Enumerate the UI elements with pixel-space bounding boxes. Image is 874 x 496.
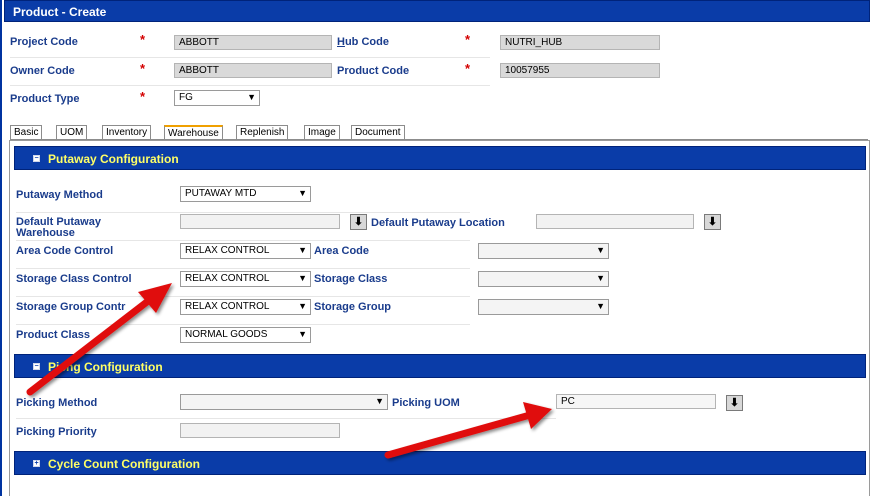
chevron-down-icon: ▼: [298, 273, 307, 283]
product-class-value: NORMAL GOODS: [185, 329, 268, 340]
tab-replenish[interactable]: Replenish: [236, 125, 289, 139]
picking-section-header[interactable]: − Picng Configuration: [14, 354, 866, 378]
row-divider: [16, 268, 470, 269]
storage-group-label: Storage Group: [314, 301, 392, 313]
hub-code-label: Hub Code: [337, 36, 389, 48]
chevron-down-icon: ▼: [375, 396, 384, 406]
chevron-down-icon: ▼: [298, 245, 307, 255]
default-putaway-location-label: Default Putaway Location: [371, 217, 505, 229]
product-create-page: Product - Create Project Code * ABBOTT H…: [0, 0, 874, 496]
chevron-down-icon: ▼: [247, 92, 256, 102]
product-code-field[interactable]: 10057955: [500, 63, 660, 78]
default-putaway-warehouse-label-line2: Warehouse: [16, 227, 75, 239]
product-class-label: Product Class: [16, 329, 90, 341]
lookup-down-icon[interactable]: ⬇: [726, 395, 743, 411]
chevron-down-icon: ▼: [298, 301, 307, 311]
product-type-select[interactable]: FG ▼: [174, 90, 260, 106]
default-putaway-warehouse-label: Default Putaway Warehouse: [16, 217, 101, 239]
picking-method-select[interactable]: ▼: [180, 394, 388, 410]
tab-basic[interactable]: Basic: [10, 125, 43, 139]
storage-group-control-select[interactable]: RELAX CONTROL ▼: [180, 299, 311, 315]
picking-title-rest: ng Configuration: [66, 360, 163, 374]
tab-inventory[interactable]: Inventory: [102, 125, 152, 139]
storage-group-control-label: Storage Group Contr: [16, 301, 126, 313]
storage-class-control-select[interactable]: RELAX CONTROL ▼: [180, 271, 311, 287]
row-divider: [16, 296, 470, 297]
hub-code-label-rest: ub Code: [344, 36, 389, 48]
chevron-down-icon: ▼: [298, 329, 307, 339]
row-divider: [10, 57, 490, 58]
picking-method-label: Picking Method: [16, 397, 98, 409]
picking-priority-label: Picking Priority: [16, 426, 97, 438]
picking-priority-field[interactable]: [180, 423, 340, 438]
project-code-label: Project Code: [10, 36, 78, 48]
collapse-icon[interactable]: −: [33, 155, 40, 162]
product-type-label: Product Type: [10, 93, 80, 105]
area-code-label: Area Code: [314, 245, 370, 257]
row-divider: [16, 240, 470, 241]
storage-group-control-value: RELAX CONTROL: [185, 301, 270, 312]
project-code-field[interactable]: ABBOTT: [174, 35, 332, 50]
area-code-control-label: Area Code Control: [16, 245, 114, 257]
chevron-down-icon: ▼: [596, 301, 605, 311]
chevron-down-icon: ▼: [596, 245, 605, 255]
putaway-method-label: Putaway Method: [16, 189, 103, 201]
storage-class-label: Storage Class: [314, 273, 388, 285]
cycle-count-section-header[interactable]: + Cycle Count Configuration: [14, 451, 866, 475]
hub-code-label-accesskey: H: [337, 36, 345, 48]
owner-code-required-icon: *: [140, 61, 146, 76]
storage-class-control-label: Storage Class Control: [16, 273, 132, 285]
area-code-select[interactable]: ▼: [478, 243, 609, 259]
product-code-required-icon: *: [465, 61, 471, 76]
putaway-section-title: Putaway Configuration: [48, 152, 179, 166]
picking-uom-label: Picking UOM: [392, 397, 460, 409]
row-divider: [16, 212, 470, 213]
expand-icon[interactable]: +: [33, 460, 40, 467]
row-divider: [10, 85, 490, 86]
chevron-down-icon: ▼: [298, 188, 307, 198]
area-code-control-select[interactable]: RELAX CONTROL ▼: [180, 243, 311, 259]
warehouse-tab-panel: [9, 140, 870, 496]
area-code-control-value: RELAX CONTROL: [185, 245, 270, 256]
tab-uom[interactable]: UOM: [56, 125, 88, 139]
tab-document[interactable]: Document: [351, 125, 405, 139]
default-putaway-warehouse-field[interactable]: [180, 214, 340, 229]
product-type-required-icon: *: [140, 89, 146, 104]
tab-warehouse[interactable]: Warehouse: [164, 125, 223, 139]
product-code-label: Product Code: [337, 65, 410, 77]
putaway-section-header[interactable]: − Putaway Configuration: [14, 146, 866, 170]
window-title: Product - Create: [13, 5, 107, 19]
window-title-bar: Product - Create: [4, 0, 870, 22]
storage-group-select[interactable]: ▼: [478, 299, 609, 315]
product-type-value: FG: [179, 92, 193, 103]
collapse-icon[interactable]: −: [33, 363, 40, 370]
chevron-down-icon: ▼: [596, 273, 605, 283]
owner-code-field[interactable]: ABBOTT: [174, 63, 332, 78]
lookup-down-icon[interactable]: ⬇: [704, 214, 721, 230]
project-code-required-icon: *: [140, 32, 146, 47]
hub-code-field[interactable]: NUTRI_HUB: [500, 35, 660, 50]
putaway-method-select[interactable]: PUTAWAY MTD ▼: [180, 186, 311, 202]
row-divider: [16, 324, 470, 325]
lookup-down-icon[interactable]: ⬇: [350, 214, 367, 230]
putaway-method-value: PUTAWAY MTD: [185, 188, 257, 199]
picking-section-title: Picng Configuration: [48, 360, 163, 374]
picking-uom-field[interactable]: PC: [556, 394, 716, 409]
hub-code-required-icon: *: [465, 32, 471, 47]
owner-code-label: Owner Code: [10, 65, 75, 77]
cycle-count-section-title: Cycle Count Configuration: [48, 457, 200, 471]
storage-class-control-value: RELAX CONTROL: [185, 273, 270, 284]
row-divider: [16, 418, 556, 419]
picking-title-start: Pic: [48, 360, 67, 374]
product-class-select[interactable]: NORMAL GOODS ▼: [180, 327, 311, 343]
storage-class-select[interactable]: ▼: [478, 271, 609, 287]
default-putaway-location-field[interactable]: [536, 214, 694, 229]
tab-image[interactable]: Image: [304, 125, 340, 139]
